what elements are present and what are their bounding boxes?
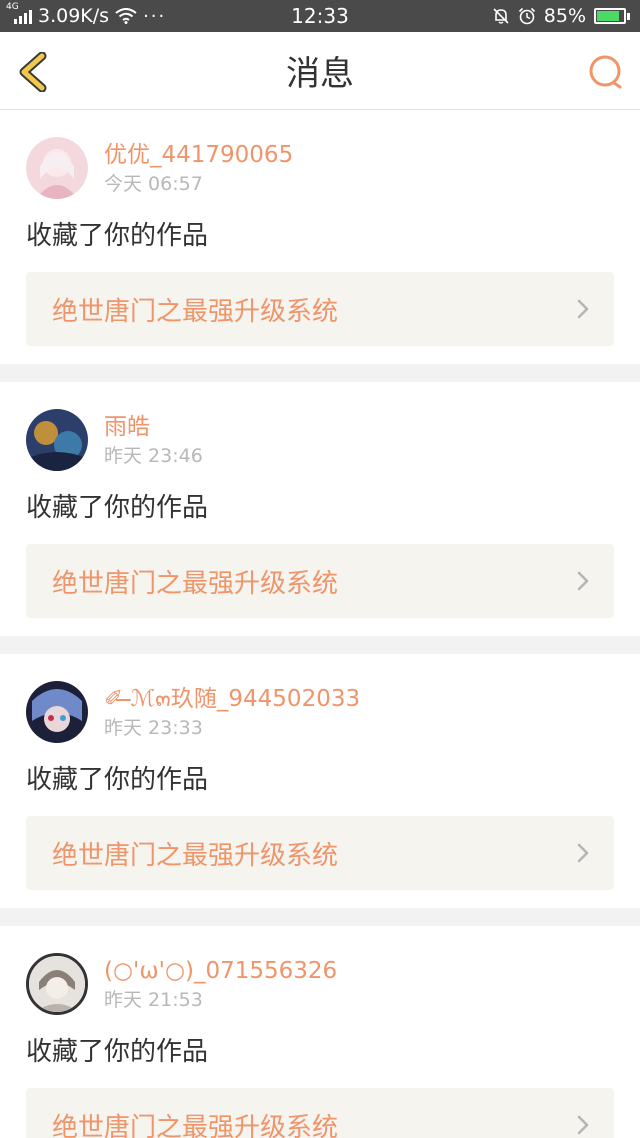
avatar-image (26, 409, 88, 471)
message-time: 今天 06:57 (104, 172, 203, 195)
action-text: 收藏了你的作品 (26, 493, 209, 523)
avatar[interactable] (26, 953, 88, 1015)
more-notifications-icon: ··· (143, 5, 167, 27)
battery-icon (594, 8, 630, 24)
chevron-right-icon (577, 571, 589, 591)
username[interactable]: (○'ω'○)_071556326 (104, 956, 337, 986)
action-text: 收藏了你的作品 (26, 1037, 209, 1067)
page-title: 消息 (286, 54, 354, 94)
action-text: 收藏了你的作品 (26, 765, 209, 795)
message-time: 昨天 21:53 (104, 988, 203, 1011)
work-link[interactable]: 绝世唐门之最强升级系统 (26, 1088, 614, 1138)
avatar[interactable] (26, 409, 88, 471)
work-title: 绝世唐门之最强升级系统 (52, 1112, 339, 1138)
message-time: 昨天 23:46 (104, 444, 203, 467)
search-button[interactable] (586, 52, 626, 92)
work-title: 绝世唐门之最强升级系统 (52, 568, 339, 599)
work-title: 绝世唐门之最强升级系统 (52, 840, 339, 871)
network-speed: 3.09K/s (38, 5, 110, 27)
chevron-right-icon (577, 843, 589, 863)
battery-percent: 85% (543, 5, 586, 27)
username[interactable]: 优优_441790065 (104, 140, 293, 170)
nav-bar: 消息 (0, 32, 640, 110)
battery-level-fill (597, 11, 620, 21)
work-link[interactable]: 绝世唐门之最强升级系统 (26, 544, 614, 618)
message-card: 优优_441790065 今天 06:57 收藏了你的作品 绝世唐门之最强升级系… (0, 110, 640, 364)
work-link[interactable]: 绝世唐门之最强升级系统 (26, 272, 614, 346)
work-title: 绝世唐门之最强升级系统 (52, 296, 339, 327)
avatar-image (26, 681, 88, 743)
mute-bell-icon (493, 8, 509, 24)
cell-signal-icon: 4G (6, 2, 32, 24)
avatar[interactable] (26, 681, 88, 743)
clock: 12:33 (291, 4, 349, 28)
work-link[interactable]: 绝世唐门之最强升级系统 (26, 816, 614, 890)
wifi-icon (115, 8, 137, 24)
message-card: (○'ω'○)_071556326 昨天 21:53 收藏了你的作品 绝世唐门之… (0, 926, 640, 1138)
network-type-label: 4G (6, 2, 19, 12)
avatar[interactable] (26, 137, 88, 199)
message-time: 昨天 23:33 (104, 716, 203, 739)
chevron-right-icon (577, 299, 589, 319)
username[interactable]: 雨皓 (104, 412, 203, 442)
username[interactable]: ✐ ̶̶ℳ๓玖随_944502033 (104, 684, 360, 714)
avatar-image (29, 956, 85, 1012)
avatar-image (26, 137, 88, 199)
chevron-right-icon (577, 1115, 589, 1135)
back-button[interactable] (16, 52, 52, 92)
message-card: 雨皓 昨天 23:46 收藏了你的作品 绝世唐门之最强升级系统 (0, 382, 640, 636)
message-list: 优优_441790065 今天 06:57 收藏了你的作品 绝世唐门之最强升级系… (0, 110, 640, 1138)
action-text: 收藏了你的作品 (26, 221, 209, 251)
message-card: ✐ ̶̶ℳ๓玖随_944502033 昨天 23:33 收藏了你的作品 绝世唐门… (0, 654, 640, 908)
alarm-icon (518, 7, 535, 25)
status-bar: 4G 3.09K/s ··· 12:33 85% (0, 0, 640, 32)
